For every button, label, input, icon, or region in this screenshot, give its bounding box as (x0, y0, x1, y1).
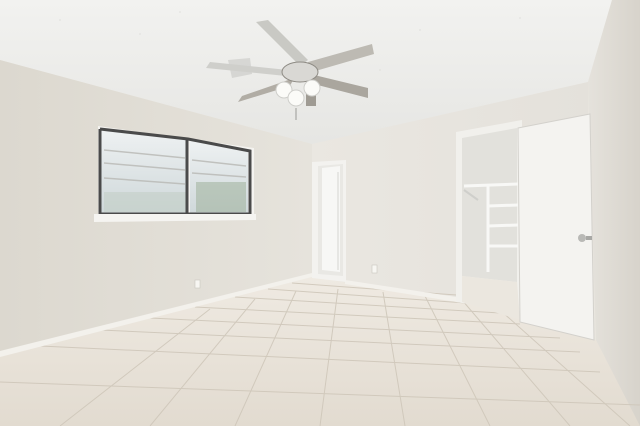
open-door (517, 113, 595, 341)
room-illustration (0, 0, 640, 426)
hallway-doorway (312, 160, 346, 282)
door-knob (578, 234, 586, 242)
bedroom-scene (0, 0, 640, 426)
outlet (194, 279, 201, 289)
closet-doorway (456, 120, 522, 320)
outlet (371, 264, 378, 274)
